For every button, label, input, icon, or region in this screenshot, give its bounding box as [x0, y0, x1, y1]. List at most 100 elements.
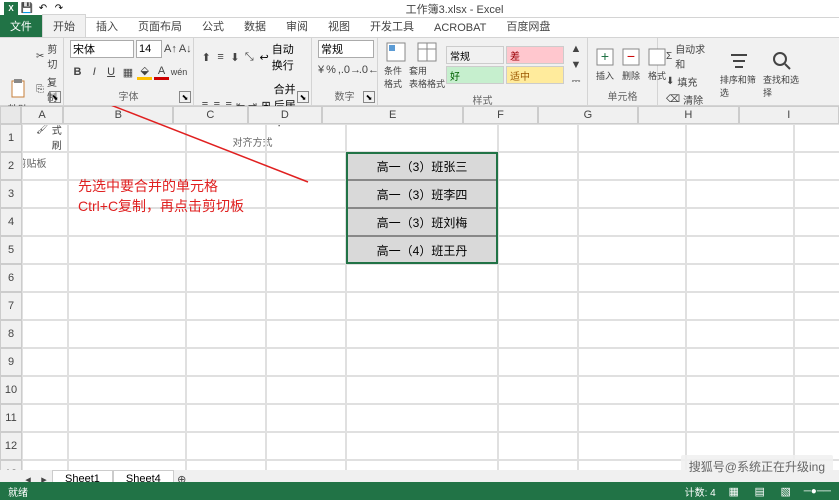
- col-header-G[interactable]: G: [538, 106, 638, 124]
- col-header-E[interactable]: E: [322, 106, 463, 124]
- cell-H9[interactable]: [686, 348, 794, 376]
- col-header-F[interactable]: F: [463, 106, 537, 124]
- cell-I10[interactable]: [794, 376, 839, 404]
- find-select-button[interactable]: 查找和选择: [763, 40, 802, 108]
- cell-H3[interactable]: [686, 180, 794, 208]
- cell-G5[interactable]: [578, 236, 686, 264]
- cell-A1[interactable]: [22, 124, 68, 152]
- cell-E10[interactable]: [346, 376, 498, 404]
- cell-A9[interactable]: [22, 348, 68, 376]
- col-header-C[interactable]: C: [173, 106, 247, 124]
- col-header-A[interactable]: A: [21, 106, 64, 124]
- cell-A4[interactable]: [22, 208, 68, 236]
- cell-D2[interactable]: [266, 152, 346, 180]
- cell-G11[interactable]: [578, 404, 686, 432]
- cell-E1[interactable]: [346, 124, 498, 152]
- cell-D1[interactable]: [266, 124, 346, 152]
- cell-D12[interactable]: [266, 432, 346, 460]
- cell-G7[interactable]: [578, 292, 686, 320]
- row-header-4[interactable]: 4: [0, 208, 22, 236]
- cell-C10[interactable]: [186, 376, 266, 404]
- cell-H8[interactable]: [686, 320, 794, 348]
- tab-view[interactable]: 视图: [318, 15, 360, 37]
- orientation-icon[interactable]: ⤡: [243, 49, 255, 65]
- data-cell[interactable]: 高一（3）班刘梅: [346, 208, 498, 236]
- cell-G10[interactable]: [578, 376, 686, 404]
- cell-D7[interactable]: [266, 292, 346, 320]
- cell-D11[interactable]: [266, 404, 346, 432]
- cell-A2[interactable]: [22, 152, 68, 180]
- cell-A12[interactable]: [22, 432, 68, 460]
- col-header-B[interactable]: B: [63, 106, 173, 124]
- cell-C12[interactable]: [186, 432, 266, 460]
- cell-A8[interactable]: [22, 320, 68, 348]
- align-mid-icon[interactable]: ≡: [214, 49, 226, 65]
- cell-D8[interactable]: [266, 320, 346, 348]
- row-header-10[interactable]: 10: [0, 376, 22, 404]
- cell-A6[interactable]: [22, 264, 68, 292]
- align-launcher[interactable]: ⬊: [297, 91, 309, 103]
- align-bot-icon[interactable]: ⬇: [229, 49, 241, 65]
- decrease-font-icon[interactable]: A↓: [179, 41, 192, 57]
- cell-I4[interactable]: [794, 208, 839, 236]
- font-size-select[interactable]: [136, 40, 162, 58]
- row-header-1[interactable]: 1: [0, 124, 22, 152]
- cell-H4[interactable]: [686, 208, 794, 236]
- cell-B3[interactable]: [68, 180, 186, 208]
- style-scroll-down-icon[interactable]: ▼: [568, 57, 584, 73]
- cell-G3[interactable]: [578, 180, 686, 208]
- tab-data[interactable]: 数据: [234, 15, 276, 37]
- cell-C6[interactable]: [186, 264, 266, 292]
- clipboard-launcher[interactable]: ⬊: [49, 91, 61, 103]
- currency-icon[interactable]: ¥: [318, 62, 324, 78]
- wrap-button[interactable]: ↩自动换行: [258, 40, 305, 74]
- fill-color-button[interactable]: ⬙: [137, 64, 152, 80]
- cell-B1[interactable]: [68, 124, 186, 152]
- cell-F7[interactable]: [498, 292, 578, 320]
- cell-F3[interactable]: [498, 180, 578, 208]
- cell-B7[interactable]: [68, 292, 186, 320]
- number-format-select[interactable]: [318, 40, 374, 58]
- row-header-3[interactable]: 3: [0, 180, 22, 208]
- cell-C2[interactable]: [186, 152, 266, 180]
- row-header-7[interactable]: 7: [0, 292, 22, 320]
- cell-F12[interactable]: [498, 432, 578, 460]
- cell-I6[interactable]: [794, 264, 839, 292]
- cell-G12[interactable]: [578, 432, 686, 460]
- cell-A11[interactable]: [22, 404, 68, 432]
- insert-cells-button[interactable]: +插入: [594, 40, 616, 86]
- cell-F9[interactable]: [498, 348, 578, 376]
- cell-G9[interactable]: [578, 348, 686, 376]
- increase-font-icon[interactable]: A↑: [164, 41, 177, 57]
- cell-D10[interactable]: [266, 376, 346, 404]
- col-header-D[interactable]: D: [248, 106, 322, 124]
- cell-E12[interactable]: [346, 432, 498, 460]
- cell-C8[interactable]: [186, 320, 266, 348]
- data-cell[interactable]: 高一（3）班李四: [346, 180, 498, 208]
- style-bad[interactable]: 差: [506, 46, 564, 64]
- tab-home[interactable]: 开始: [42, 14, 86, 37]
- cell-H6[interactable]: [686, 264, 794, 292]
- cell-C5[interactable]: [186, 236, 266, 264]
- cell-I1[interactable]: [794, 124, 839, 152]
- font-color-button[interactable]: A: [154, 64, 169, 80]
- cell-B12[interactable]: [68, 432, 186, 460]
- inc-decimal-icon[interactable]: .0→: [343, 62, 359, 78]
- cell-B4[interactable]: [68, 208, 186, 236]
- cell-E7[interactable]: [346, 292, 498, 320]
- cell-F11[interactable]: [498, 404, 578, 432]
- delete-cells-button[interactable]: −删除: [620, 40, 642, 86]
- view-break-icon[interactable]: ▧: [778, 483, 794, 499]
- style-more-icon[interactable]: ⎓: [568, 73, 584, 89]
- font-name-select[interactable]: [70, 40, 134, 58]
- bold-button[interactable]: B: [70, 64, 85, 80]
- cell-I2[interactable]: [794, 152, 839, 180]
- cell-C11[interactable]: [186, 404, 266, 432]
- cell-I8[interactable]: [794, 320, 839, 348]
- row-header-11[interactable]: 11: [0, 404, 22, 432]
- tab-formula[interactable]: 公式: [192, 15, 234, 37]
- spreadsheet-grid[interactable]: ABCDEFGHI 12345678910111213 高一（3）班张三高一（3…: [0, 106, 839, 476]
- zoom-slider[interactable]: ─●──: [804, 486, 831, 497]
- cell-F8[interactable]: [498, 320, 578, 348]
- cell-A10[interactable]: [22, 376, 68, 404]
